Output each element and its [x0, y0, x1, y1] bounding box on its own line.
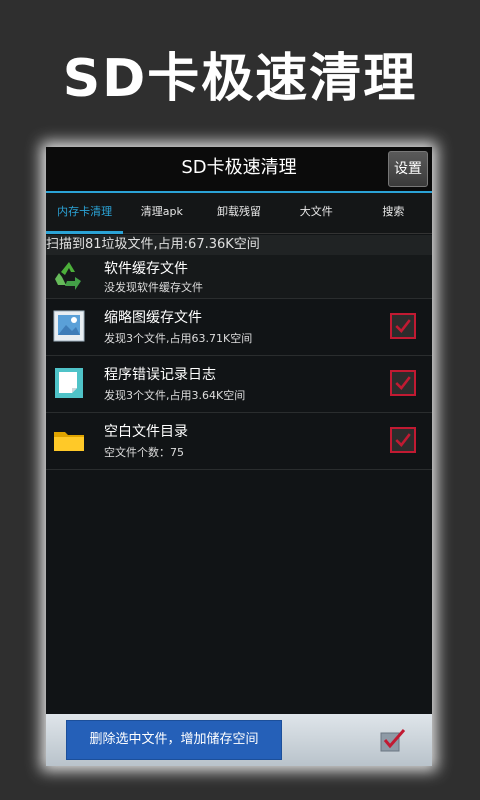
- item-desc: 发现3个文件,占用3.64K空间: [104, 389, 246, 402]
- tab-large-files[interactable]: 大文件: [278, 193, 355, 233]
- scan-summary: 扫描到81垃圾文件,占用:67.36K空间: [46, 235, 432, 255]
- item-desc: 发现3个文件,占用63.71K空间: [104, 332, 253, 345]
- item-name: 空白文件目录: [104, 424, 188, 440]
- item-checkbox[interactable]: [390, 427, 416, 453]
- document-icon: [55, 368, 83, 398]
- tab-clean-apk[interactable]: 清理apk: [123, 193, 200, 233]
- item-checkbox[interactable]: [390, 313, 416, 339]
- app-window: SD卡极速清理 设置 内存卡清理 清理apk 卸载残留 大文件 搜索 扫描到81…: [46, 147, 432, 766]
- item-name: 程序错误记录日志: [104, 367, 216, 383]
- list-item-empty-folders[interactable]: 空白文件目录 空文件个数：75: [46, 413, 432, 470]
- folder-icon: [54, 432, 84, 451]
- tab-sdcard-clean[interactable]: 内存卡清理: [46, 193, 124, 234]
- recycle-icon: [55, 262, 81, 290]
- item-name: 软件缓存文件: [104, 261, 188, 277]
- tab-uninstall-residue[interactable]: 卸载残留: [200, 193, 277, 233]
- bottom-action-bar: 删除选中文件，增加储存空间: [46, 714, 432, 766]
- image-icon: [53, 310, 85, 342]
- list-item-error-log[interactable]: 程序错误记录日志 发现3个文件,占用3.64K空间: [46, 356, 432, 413]
- item-desc: 没发现软件缓存文件: [104, 281, 203, 294]
- item-desc: 空文件个数：75: [104, 446, 184, 459]
- list-item-thumbnail-cache[interactable]: 缩略图缓存文件 发现3个文件,占用63.71K空间: [46, 299, 432, 356]
- settings-button[interactable]: 设置: [388, 151, 428, 187]
- delete-selected-button[interactable]: 删除选中文件，增加储存空间: [66, 720, 282, 760]
- item-name: 缩略图缓存文件: [104, 310, 202, 326]
- cleanup-list: 软件缓存文件 没发现软件缓存文件 缩略图缓存文件 发现3个文件,占用63.71K…: [46, 255, 432, 470]
- list-item-software-cache[interactable]: 软件缓存文件 没发现软件缓存文件: [46, 255, 432, 299]
- tab-bar: 内存卡清理 清理apk 卸载残留 大文件 搜索: [46, 193, 432, 234]
- app-title: SD卡极速清理: [181, 157, 297, 178]
- item-checkbox[interactable]: [390, 370, 416, 396]
- select-all-checkbox[interactable]: [380, 728, 406, 752]
- promo-title: SD卡极速清理: [62, 49, 418, 109]
- tab-search[interactable]: 搜索: [355, 193, 432, 233]
- app-bar: SD卡极速清理 设置: [46, 147, 432, 193]
